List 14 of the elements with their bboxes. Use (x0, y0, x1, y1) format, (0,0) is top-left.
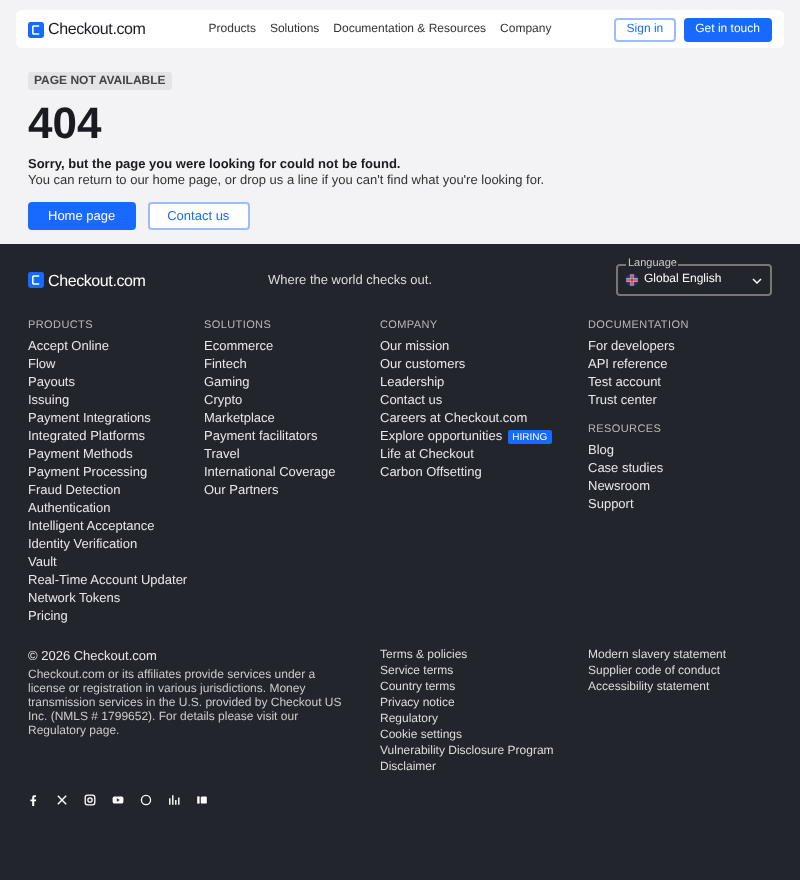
social-media-icon[interactable] (28, 794, 40, 806)
logo-icon (28, 21, 44, 37)
logo[interactable]: Checkout.com (28, 20, 146, 38)
social-media-icon[interactable] (168, 794, 180, 806)
logo-icon (28, 272, 44, 288)
chevron-down-icon (752, 277, 762, 283)
social-media-icon[interactable] (84, 794, 96, 806)
logo[interactable]: Checkout.com (28, 271, 268, 289)
flag-icon (626, 274, 638, 286)
social-media-icon[interactable] (196, 794, 208, 806)
social-media-icon[interactable] (140, 794, 152, 806)
social-media-icon[interactable] (112, 794, 124, 806)
social-media-icon[interactable] (56, 794, 68, 806)
error-code: 404 (28, 100, 104, 148)
